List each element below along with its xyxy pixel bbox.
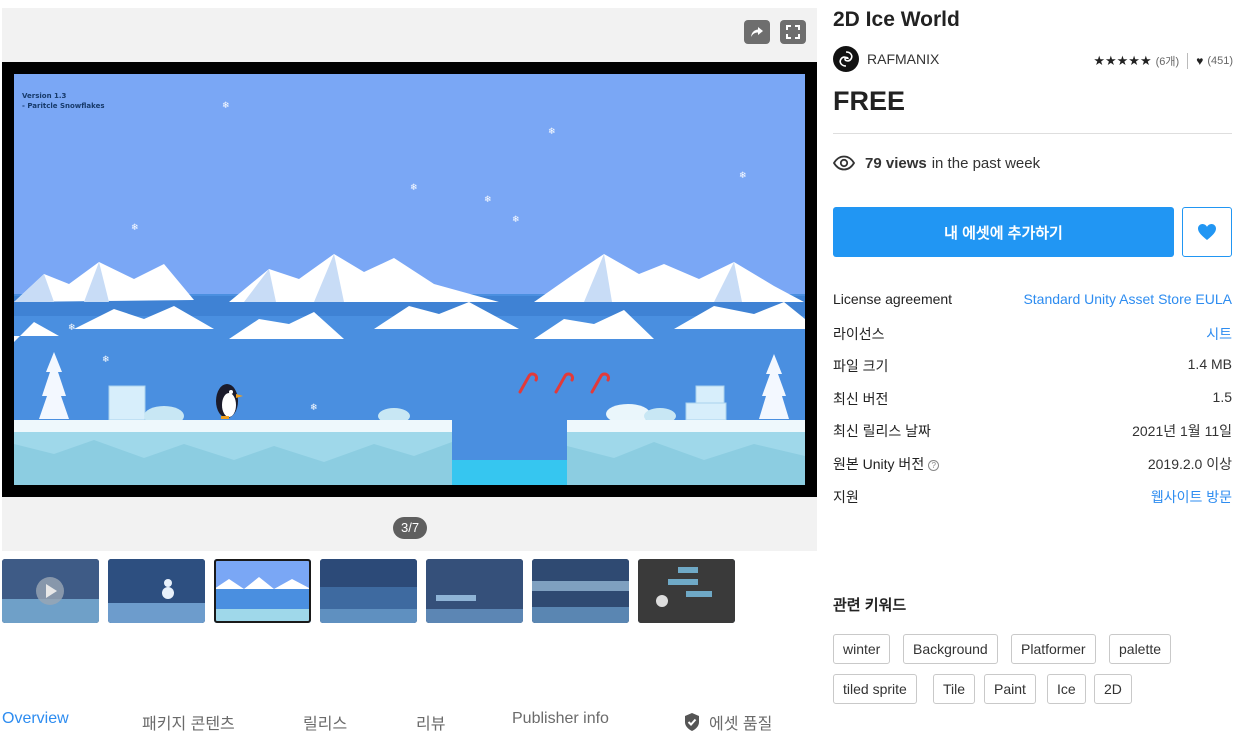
keyword-chip[interactable]: Platformer: [1011, 634, 1096, 664]
detail-latest-version: 최신 버전 1.5: [833, 386, 1232, 419]
detail-license: 라이선스 시트: [833, 321, 1232, 354]
tab-reviews[interactable]: 리뷰: [416, 710, 445, 734]
detail-key: 최신 버전: [833, 390, 889, 407]
svg-text:❄: ❄: [410, 183, 418, 193]
keyword-chip[interactable]: winter: [833, 634, 891, 664]
divider: [833, 133, 1232, 134]
thumbnail-1[interactable]: [2, 559, 99, 623]
svg-text:❄: ❄: [512, 215, 520, 225]
detail-unity-version: 원본 Unity 버전? 2019.2.0 이상: [833, 451, 1232, 484]
fullscreen-button[interactable]: [780, 20, 806, 44]
thumbnail-5[interactable]: [426, 559, 523, 623]
rating-summary[interactable]: ★★★★★ (6개) ♥ (451): [1093, 53, 1233, 69]
fullscreen-icon: [786, 25, 800, 39]
license-agreement-link[interactable]: Standard Unity Asset Store EULA: [1023, 291, 1232, 307]
detail-key: 원본 Unity 버전: [833, 455, 925, 472]
help-icon[interactable]: ?: [928, 459, 940, 471]
svg-text:❄: ❄: [739, 171, 747, 181]
shield-check-icon: [685, 713, 699, 731]
detail-license-agreement: License agreement Standard Unity Asset S…: [833, 288, 1232, 321]
heart-icon: ♥: [1196, 54, 1204, 68]
views-suffix: in the past week: [931, 154, 1041, 172]
swirl-icon: [839, 51, 853, 67]
heart-icon: [1198, 224, 1216, 240]
svg-text:❄: ❄: [102, 355, 110, 365]
eye-icon: [833, 155, 855, 171]
thumbnail-6[interactable]: [532, 559, 629, 623]
thumbnail-4[interactable]: [320, 559, 417, 623]
visit-website-link[interactable]: 웹사이트 방문: [1151, 487, 1232, 507]
license-link[interactable]: 시트: [1206, 324, 1232, 344]
svg-text:❄: ❄: [484, 195, 492, 205]
favorite-button[interactable]: [1182, 207, 1232, 257]
rating-separator: [1187, 53, 1189, 69]
detail-key: 파일 크기: [833, 358, 889, 375]
game-screenshot-image: Version 1.3 - Paritcle Snowflakes ❄ ❄ ❄ ❄ ❄…: [14, 74, 805, 485]
keyword-chip[interactable]: Paint: [984, 674, 1036, 704]
tab-asset-quality[interactable]: 에셋 품질: [683, 710, 772, 734]
svg-text:❄: ❄: [548, 127, 556, 137]
detail-file-size: 파일 크기 1.4 MB: [833, 353, 1232, 386]
product-info-panel: 2D Ice World RAFMANIX ★★★★★ (6개) ♥ (451)…: [833, 0, 1233, 752]
publisher[interactable]: RAFMANIX: [833, 46, 939, 72]
gallery-counter: 3/7: [393, 517, 428, 539]
detail-value: 2021년 1월 11일: [1132, 423, 1232, 440]
keyword-chip[interactable]: tiled sprite: [833, 674, 917, 704]
rating-count: (6개): [1155, 56, 1180, 68]
svg-text:❄: ❄: [131, 223, 139, 233]
detail-key: 라이선스: [833, 325, 885, 342]
product-title: 2D Ice World: [833, 8, 960, 31]
detail-value: 1.5: [1212, 388, 1232, 405]
detail-value: 2019.2.0 이상: [1147, 455, 1232, 472]
views-info: 79 views in the past week: [833, 152, 1040, 174]
screen-version-note: - Paritcle Snowflakes: [22, 102, 105, 110]
detail-key: License agreement: [833, 291, 953, 307]
svg-text:❄: ❄: [310, 403, 318, 413]
asset-details: License agreement Standard Unity Asset S…: [833, 288, 1232, 516]
thumbnail-7[interactable]: [638, 559, 735, 623]
tab-overview[interactable]: Overview: [2, 710, 69, 728]
share-button[interactable]: [744, 20, 770, 44]
star-rating-icon: ★★★★★: [1093, 53, 1152, 68]
price: FREE: [833, 86, 906, 116]
svg-text:❄: ❄: [68, 323, 76, 333]
thumbnail-3[interactable]: [214, 559, 311, 623]
keyword-chip[interactable]: Tile: [933, 674, 976, 704]
detail-value: 1.4 MB: [1187, 356, 1232, 373]
screen-version-text: Version 1.3: [22, 92, 67, 100]
detail-release-date: 최신 릴리스 날짜 2021년 1월 11일: [833, 418, 1232, 451]
publisher-name[interactable]: RAFMANIX: [867, 51, 939, 67]
thumbnail-2[interactable]: [108, 559, 205, 623]
main-screenshot[interactable]: Version 1.3 - Paritcle Snowflakes ❄ ❄ ❄ ❄ ❄…: [2, 62, 817, 497]
tab-releases[interactable]: 릴리스: [303, 710, 347, 734]
favorites-count: (451): [1207, 55, 1233, 67]
views-count: 79 views: [865, 154, 927, 172]
publisher-logo: [833, 46, 859, 72]
detail-support: 지원 웹사이트 방문: [833, 484, 1232, 517]
keyword-chip[interactable]: Background: [903, 634, 998, 664]
tab-asset-quality-label: 에셋 품질: [709, 716, 773, 733]
keyword-chip[interactable]: Ice: [1047, 674, 1086, 704]
tab-publisher-info[interactable]: Publisher info: [512, 710, 609, 728]
detail-key: 지원: [833, 488, 859, 505]
share-icon: [751, 27, 763, 37]
keyword-chip[interactable]: palette: [1109, 634, 1172, 664]
media-gallery: Version 1.3 - Paritcle Snowflakes ❄ ❄ ❄ ❄ ❄…: [2, 8, 817, 551]
tab-package-contents[interactable]: 패키지 콘텐츠: [142, 710, 235, 734]
detail-key: 최신 릴리스 날짜: [833, 423, 931, 440]
add-to-my-assets-button[interactable]: 내 에셋에 추가하기: [833, 207, 1174, 257]
svg-text:❄: ❄: [222, 101, 230, 111]
keyword-chip[interactable]: 2D: [1094, 674, 1132, 704]
product-tabs: Overview 패키지 콘텐츠 릴리스 리뷰 Publisher info 에…: [0, 700, 817, 740]
keywords-title: 관련 키워드: [833, 597, 907, 614]
detail-key-wrap: 원본 Unity 버전?: [833, 454, 940, 474]
